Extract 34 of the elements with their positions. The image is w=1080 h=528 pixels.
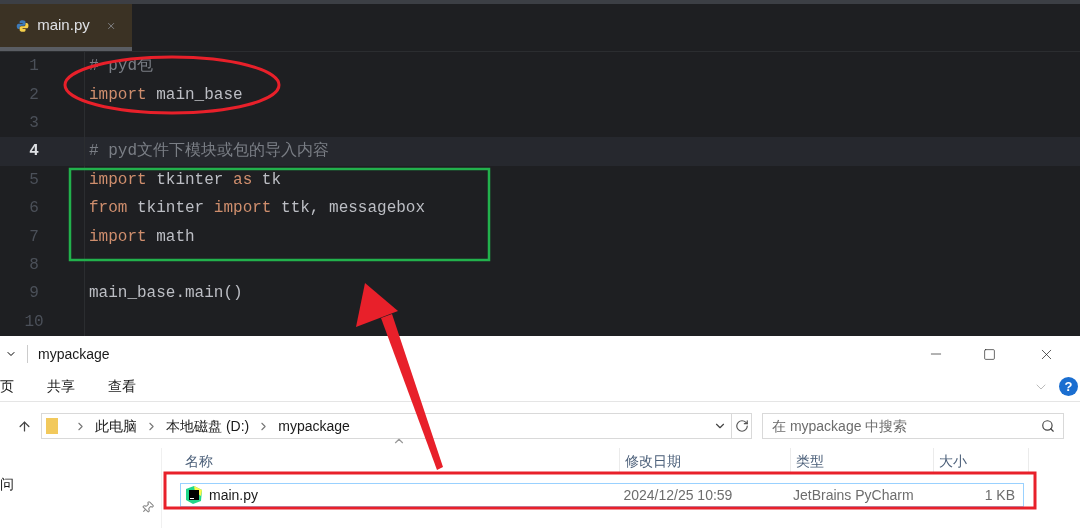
file-modified: 2024/12/25 10:59 <box>622 486 733 503</box>
code-line: # pyd文件下模块或包的导入内容 <box>89 140 329 163</box>
code-line: import main_base <box>89 84 243 106</box>
ribbon-tab[interactable]: 共享 <box>47 376 75 397</box>
breadcrumb[interactable]: 此电脑 <box>95 415 137 437</box>
file-name: main.py <box>209 485 259 505</box>
file-size: 1 KB <box>984 485 1016 505</box>
file-type: JetBrains PyCharm <box>791 486 914 503</box>
refresh-button[interactable] <box>732 413 752 439</box>
help-icon[interactable]: ? <box>1059 377 1078 396</box>
ribbon-tab[interactable]: 页 <box>0 376 14 397</box>
tab-label: main.py <box>37 15 90 36</box>
file-row[interactable]: main.py 2024/12/25 10:59 JetBrains PyCharm 1 KB <box>180 483 1024 507</box>
column-header[interactable]: 大小 <box>934 448 1029 474</box>
code-line: main_base.main() <box>89 283 243 305</box>
refresh-icon <box>734 419 749 433</box>
line-number: 4 <box>29 141 39 163</box>
code-line: from tkinter import ttk, messagebox <box>89 198 426 220</box>
maximize-icon[interactable] <box>983 347 996 361</box>
editor-tab[interactable]: main.py <box>0 4 132 51</box>
column-header[interactable]: 类型 <box>791 448 934 474</box>
breadcrumb[interactable]: mypackage <box>278 415 350 437</box>
search-icon <box>1041 419 1055 433</box>
address-bar[interactable]: 此电脑 本地磁盘 (D:) mypackage <box>41 413 732 439</box>
pycharm-file-icon <box>185 486 203 504</box>
code-line: import tkinter as tk <box>89 169 282 191</box>
folder-icon <box>46 418 58 434</box>
column-header[interactable]: 修改日期 <box>620 448 791 474</box>
code-line: import math <box>89 226 195 248</box>
breadcrumb[interactable]: 本地磁盘 (D:) <box>166 415 250 437</box>
search-field[interactable]: 在 mypackage 中搜索 <box>762 413 1064 439</box>
nav-item[interactable]: 问 <box>0 474 161 495</box>
window-title: mypackage <box>38 344 110 364</box>
ribbon-tab[interactable]: 查看 <box>108 376 136 397</box>
